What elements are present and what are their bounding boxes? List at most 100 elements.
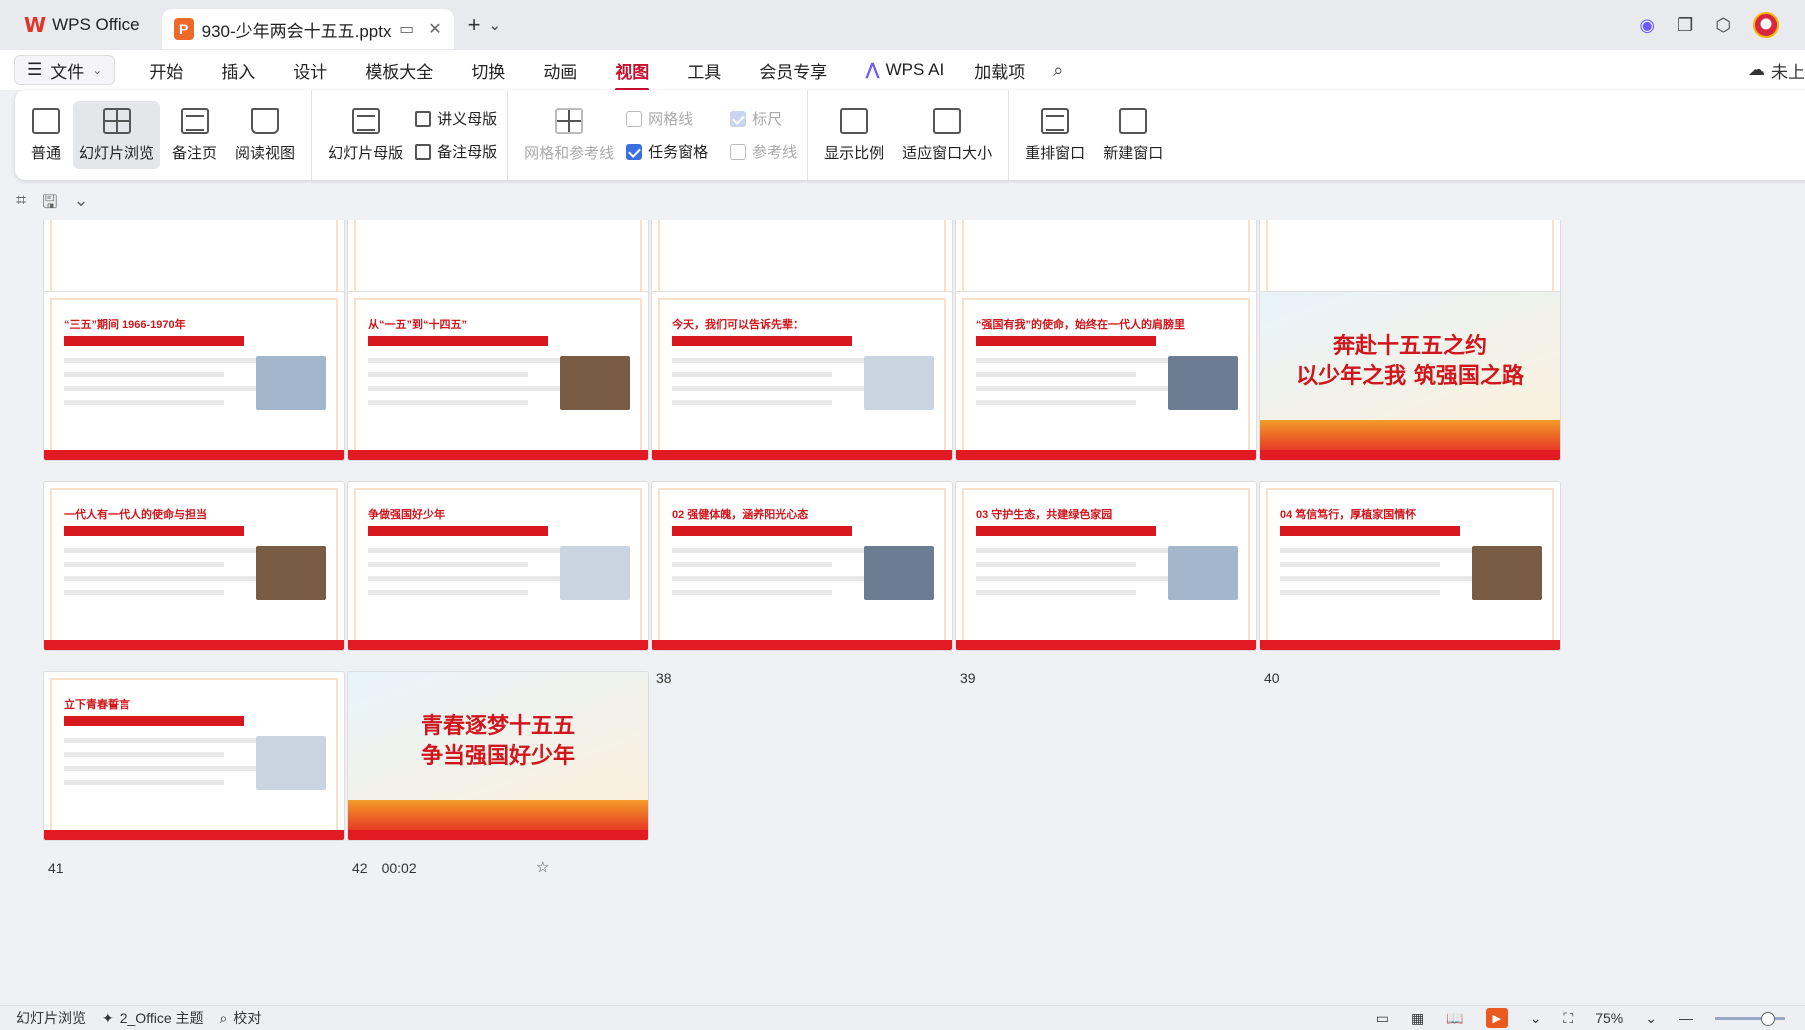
slide-image: [1472, 546, 1542, 600]
tab-list-chevron-icon[interactable]: ⌄: [488, 16, 501, 34]
slide-number-label: 38: [656, 670, 672, 686]
menu-transitions[interactable]: 切换: [471, 52, 505, 89]
fit-icon[interactable]: ⛶: [1563, 1010, 1573, 1027]
slide-number-label: 39: [960, 670, 976, 686]
slide-thumbnail[interactable]: 奔赴十五五之约 以少年之我 筑强国之路: [1260, 292, 1560, 460]
normal-view-button[interactable]: 普通: [25, 101, 67, 169]
close-tab-icon[interactable]: ✕: [428, 19, 441, 39]
new-tab-button[interactable]: +: [468, 12, 481, 38]
normal-view-icon: [32, 107, 60, 134]
normal-view-icon[interactable]: ▭: [1376, 1010, 1389, 1027]
screen-icon[interactable]: ▭: [399, 19, 414, 39]
document-tab[interactable]: P 930-少年两会十五五.pptx ▭ ✕: [161, 9, 454, 49]
menu-insert[interactable]: 插入: [221, 52, 255, 89]
crop-icon[interactable]: ⌗: [16, 190, 26, 220]
slide-master-icon: [351, 107, 380, 134]
status-view[interactable]: 幻灯片浏览: [16, 1008, 86, 1028]
slide-thumbnail[interactable]: 今天，我们可以告诉先辈：: [652, 292, 952, 460]
notes-master-button[interactable]: 备注母版: [415, 141, 497, 162]
zoom-level[interactable]: 75%: [1595, 1010, 1623, 1026]
menu-wps-ai[interactable]: ⋀ WPS AI: [865, 54, 944, 86]
menu-view[interactable]: 视图: [615, 52, 650, 91]
slide-sorter-area[interactable]: 这一句点燃了一个民族的斗志，开启了一场跨越70多年的奋斗征程26工业基础薄弱 全…: [0, 220, 1805, 1005]
window-switch-icon[interactable]: ❐: [1677, 15, 1693, 36]
menu-tools[interactable]: 工具: [687, 52, 721, 89]
menu-design[interactable]: 设计: [293, 52, 327, 89]
gridlines-checkbox[interactable]: 网格线: [626, 108, 708, 129]
cube-icon[interactable]: ⬡: [1715, 15, 1731, 36]
new-window-button[interactable]: 新建窗口: [1097, 101, 1169, 169]
ruler-label: 标尺: [752, 111, 783, 128]
handout-master-button[interactable]: 讲义母版: [415, 108, 497, 129]
status-theme[interactable]: ✦ 2_Office 主题: [102, 1008, 204, 1028]
avatar[interactable]: [1753, 12, 1779, 38]
wps-home-tab[interactable]: W WPS Office: [8, 7, 156, 43]
zoom-percent-icon: [840, 107, 869, 134]
menu-addins[interactable]: 加载项: [974, 52, 1025, 89]
slide-red-banner: [64, 716, 244, 726]
guides-checkbox[interactable]: 参考线: [730, 141, 797, 162]
ruler-checkbox[interactable]: 标尺: [730, 108, 797, 129]
slide-number: 39: [960, 670, 976, 686]
slide-thumbnail[interactable]: 立下青春誓言: [44, 672, 344, 840]
slide-thumbnail[interactable]: “三五”期间 1966-1970年: [44, 292, 344, 460]
menu-animations[interactable]: 动画: [543, 52, 577, 89]
slide-thumbnail[interactable]: 04 笃信笃行，厚植家国情怀: [1260, 482, 1560, 650]
slide-image: [560, 356, 630, 410]
slide-thumbnail[interactable]: 一代人有一代人的使命与担当: [44, 482, 344, 650]
proofing-icon: ⌕: [219, 1009, 228, 1026]
search-icon[interactable]: ⌕: [1053, 60, 1063, 81]
reading-view-button[interactable]: 阅读视图: [229, 101, 301, 169]
reading-view-icon[interactable]: 📖: [1446, 1010, 1463, 1027]
notes-page-button[interactable]: 备注页: [166, 101, 223, 169]
task-pane-checkbox[interactable]: 任务窗格: [626, 141, 708, 162]
slide-sorter-button[interactable]: 幻灯片浏览: [73, 101, 161, 169]
fit-window-button[interactable]: 适应窗口大小: [896, 101, 998, 169]
slide-thumbnail[interactable]: 03 守护生态，共建绿色家园: [956, 482, 1256, 650]
slide-red-banner: [976, 526, 1156, 536]
slide-title-text: 02 强健体魄，涵养阳光心态: [672, 509, 809, 521]
window-group: 重排窗口 新建窗口: [1009, 90, 1179, 180]
slide-bottom-bar: [1260, 640, 1560, 650]
task-pane-label: 任务窗格: [648, 144, 709, 161]
slide-red-banner: [672, 336, 852, 346]
slide-sorter-icon[interactable]: ▦: [1411, 1010, 1424, 1027]
slide-title-text: 04 笃信笃行，厚植家国情怀: [1280, 509, 1417, 521]
chevron-down-icon[interactable]: ⌄: [73, 190, 88, 220]
slide-master-button[interactable]: 幻灯片母版: [322, 101, 409, 169]
slide-text-line: [368, 400, 528, 405]
status-proof[interactable]: ⌕ 校对: [220, 1008, 262, 1028]
status-bar: 幻灯片浏览 ✦ 2_Office 主题 ⌕ 校对 ▭ ▦ 📖 ▶ ⌄ ⛶ 75%…: [0, 1005, 1805, 1030]
zoom-button[interactable]: 显示比例: [818, 101, 890, 169]
arrange-windows-button[interactable]: 重排窗口: [1019, 101, 1091, 169]
file-menu-button[interactable]: ☰ 文件 ⌄: [14, 55, 116, 85]
chevron-down-icon[interactable]: ⌄: [1530, 1010, 1542, 1027]
animation-star-icon[interactable]: ☆: [536, 858, 549, 876]
menu-home[interactable]: 开始: [149, 52, 183, 89]
cloud-status[interactable]: ☁ 未上: [1748, 58, 1805, 83]
save-icon[interactable]: 🖫: [42, 190, 57, 220]
menu-member[interactable]: 会员专享: [759, 52, 827, 89]
slide-thumbnail[interactable]: “强国有我”的使命，始终在一代人的肩膀里: [956, 292, 1256, 460]
slide-thumbnail[interactable]: 争做强国好少年: [348, 482, 648, 650]
chevron-down-icon[interactable]: ⌄: [1645, 1010, 1657, 1027]
zoom-out-icon[interactable]: —: [1679, 1010, 1693, 1026]
slide-thumbnail[interactable]: 从“一五”到“十四五”: [348, 292, 648, 460]
zoom-label: 显示比例: [824, 144, 885, 162]
slide-thumbnail[interactable]: 02 强健体魄，涵养阳光心态: [652, 482, 952, 650]
slide-number: 42 00:02: [352, 860, 417, 876]
play-slideshow-icon[interactable]: ▶: [1485, 1008, 1508, 1028]
document-tab-label: 930-少年两会十五五.pptx: [201, 21, 392, 41]
slide-thumbnail[interactable]: 青春逐梦十五五 争当强国好少年: [348, 672, 648, 840]
slide-image: [256, 736, 326, 790]
handout-master-label: 讲义母版: [437, 111, 498, 128]
slide-cover-title: 青春逐梦十五五: [420, 713, 575, 739]
slide-cover-title: 奔赴十五五之约: [1332, 333, 1487, 359]
menu-templates[interactable]: 模板大全: [365, 52, 433, 89]
slide-title-text: 从“一五”到“十四五”: [368, 319, 467, 331]
zoom-slider[interactable]: [1715, 1011, 1785, 1026]
ai-assistant-icon[interactable]: ◉: [1639, 15, 1655, 36]
slide-number-label: 42: [352, 860, 368, 876]
notes-page-icon: [180, 107, 209, 134]
grid-guides-button[interactable]: 网格和参考线: [518, 101, 620, 169]
